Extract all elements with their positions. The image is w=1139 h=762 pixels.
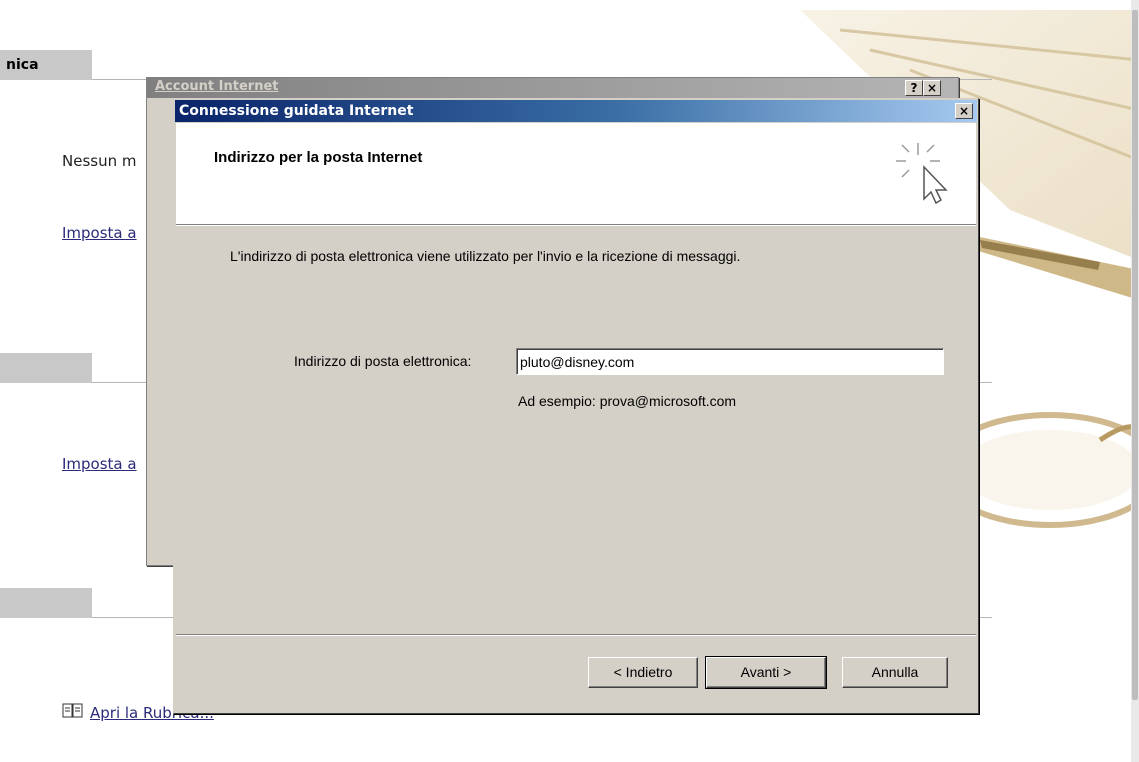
account-dialog-close-button[interactable]: ×	[923, 80, 941, 96]
footer-separator-highlight	[176, 635, 976, 636]
cancel-button[interactable]: Annulla	[842, 657, 948, 688]
email-example-text: Ad esempio: prova@microsoft.com	[518, 393, 737, 409]
back-button[interactable]: < Indietro	[588, 657, 698, 688]
wizard-page-title: Indirizzo per la posta Internet	[214, 149, 423, 166]
scrollbar-thumb[interactable]	[1132, 10, 1138, 700]
account-dialog-title: Account Internet	[155, 79, 279, 94]
section-title: nica	[6, 57, 39, 73]
no-account-text: Nessun m	[62, 152, 137, 170]
wizard-sparkle-cursor-icon	[894, 139, 958, 205]
header-separator-highlight	[176, 225, 976, 226]
section-tab	[0, 353, 92, 383]
wizard-description: L'indirizzo di posta elettronica viene u…	[230, 248, 741, 264]
help-button[interactable]: ?	[905, 80, 923, 96]
section-tab	[0, 588, 92, 618]
internet-connection-wizard-dialog: Connessione guidata Internet × Indirizzo…	[173, 98, 979, 714]
wizard-header-panel: Indirizzo per la posta Internet	[176, 123, 976, 224]
wizard-title: Connessione guidata Internet	[179, 103, 414, 119]
setup-news-account-link[interactable]: Imposta a	[62, 455, 137, 473]
next-button[interactable]: Avanti >	[705, 656, 827, 689]
setup-mail-account-link[interactable]: Imposta a	[62, 224, 137, 242]
section-header-mail: nica	[0, 50, 1000, 80]
wizard-titlebar[interactable]: Connessione guidata Internet ×	[175, 100, 977, 122]
wizard-close-button[interactable]: ×	[955, 103, 973, 119]
email-label: Indirizzo di posta elettronica:	[294, 353, 472, 369]
email-field[interactable]	[516, 348, 944, 375]
address-book-icon	[62, 702, 84, 720]
page-scrollbar[interactable]	[1131, 0, 1139, 762]
